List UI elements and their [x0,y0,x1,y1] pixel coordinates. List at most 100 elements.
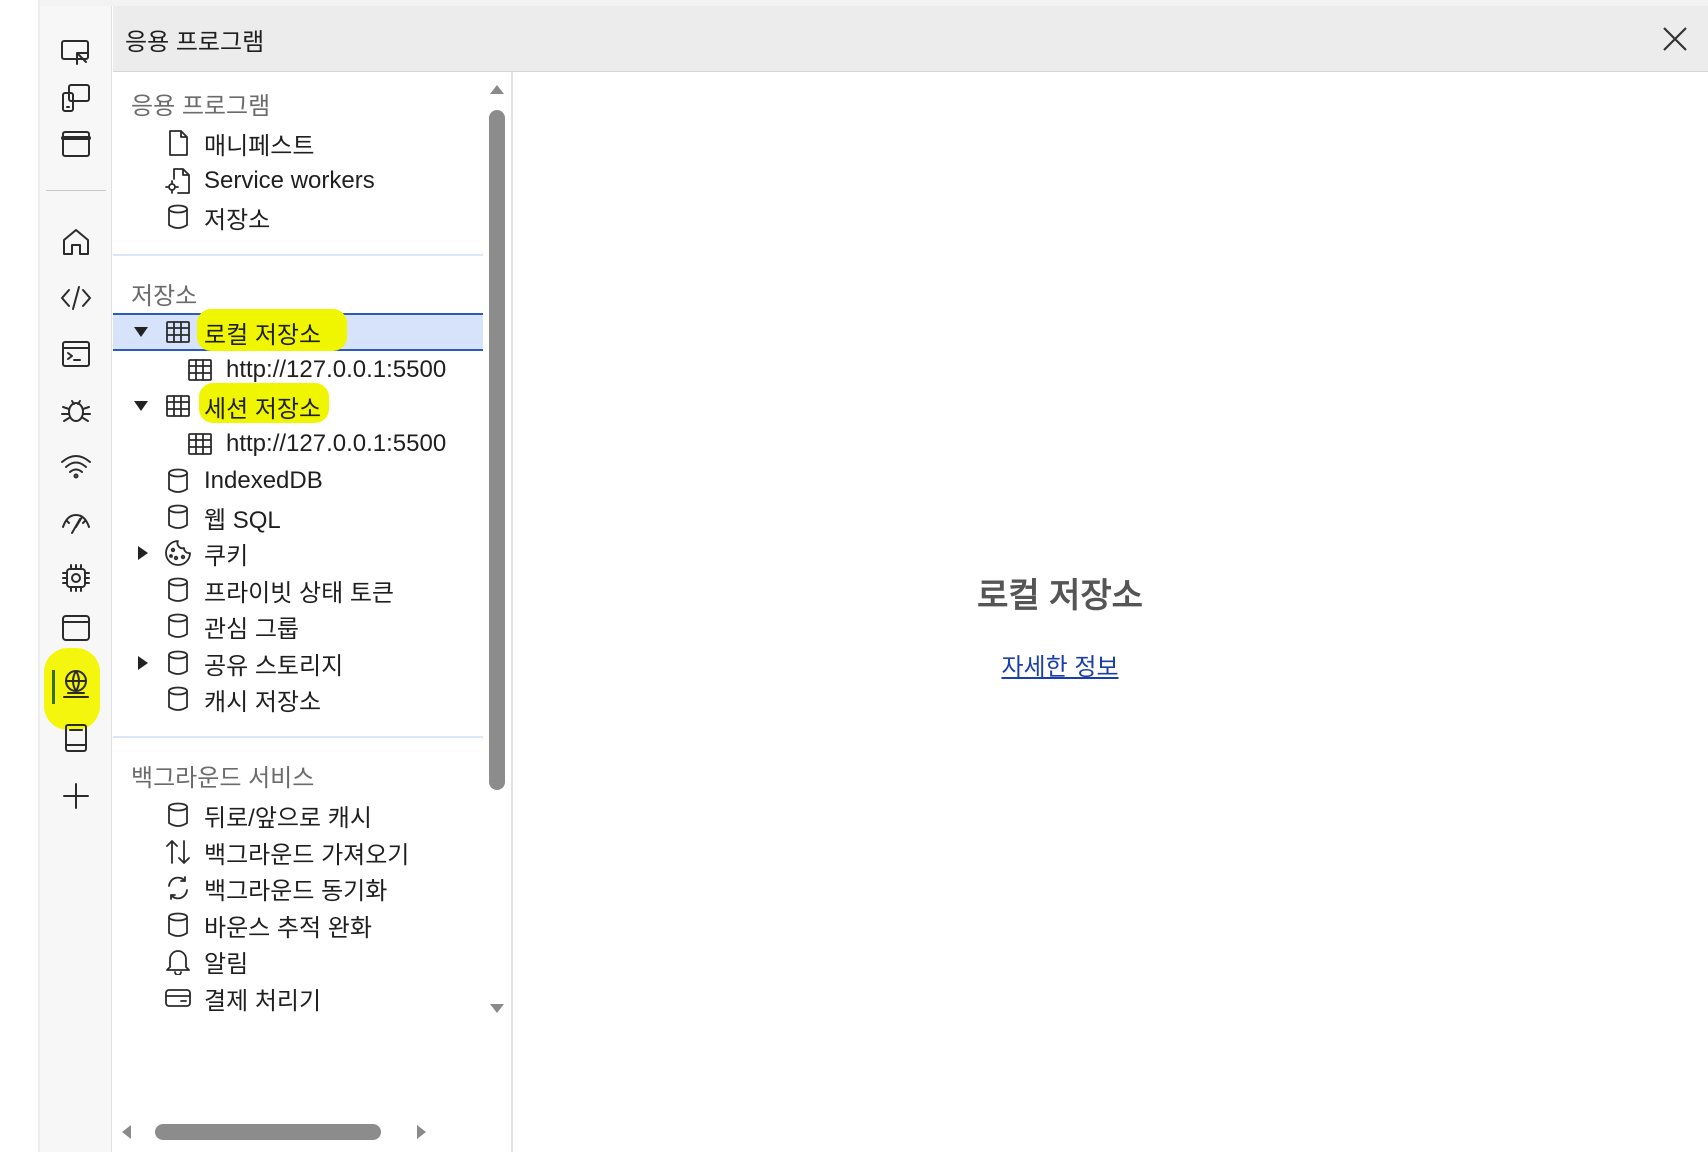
elements-code-icon[interactable] [56,278,96,318]
vertical-scrollbar[interactable] [483,72,511,1152]
tree-item-label: 쿠키 [204,542,249,570]
tree-item-interest-groups[interactable]: 관심 그룹 [113,607,483,645]
database-icon [163,800,193,830]
main-content: 로컬 저장소 자세한 정보 [515,72,1708,1152]
tree-item-label: Service workers [204,167,375,194]
database-icon [163,611,193,641]
tree-item-session-storage[interactable]: 세션 저장소 [113,383,483,425]
sidebar-tree: 응용 프로그램 매니페스트 Service workers 저장소 저장소 로컬… [113,72,513,1152]
tree-item-label: 결제 처리기 [204,987,322,1015]
application-panel-icon[interactable] [56,608,96,648]
horizontal-scroll-thumb[interactable] [155,1124,381,1140]
tree-item-label: 웹 SQL [204,506,281,534]
home-icon[interactable] [56,222,96,262]
tree-item-cookies[interactable]: 쿠키 [113,534,483,572]
tree-item-payment-handler[interactable]: 결제 처리기 [113,979,483,1017]
tree-item-notifications[interactable]: 알림 [113,942,483,980]
tree-item-label: 저장소 [204,206,271,234]
tree-item-web-sql[interactable]: 웹 SQL [113,498,483,536]
tree-item-label: http://127.0.0.1:5500 [226,430,447,457]
section-title-application: 응용 프로그램 [131,93,271,120]
bell-icon [163,946,193,976]
device-emulation-icon[interactable] [56,78,96,118]
scroll-left-arrow-icon[interactable] [119,1124,135,1140]
memory-chip-icon[interactable] [56,558,96,598]
tree-item-label: 바운스 추적 완화 [204,914,372,942]
network-wifi-icon[interactable] [56,446,96,486]
tree-item-label: 백그라운드 가져오기 [204,841,410,869]
vertical-scroll-thumb[interactable] [489,110,505,790]
tree-item-private-state-tokens[interactable]: 프라이빗 상태 토큰 [113,571,483,609]
console-icon[interactable] [56,334,96,374]
tree-item-service-workers[interactable]: Service workers [113,162,483,200]
learn-more-container: 자세한 정보 [515,647,1605,682]
scroll-up-arrow-icon[interactable] [489,82,505,98]
activity-separator [46,190,106,191]
card-icon [163,983,193,1013]
tree-item-local-storage[interactable]: 로컬 저장소 [113,309,483,351]
tree-item-manifest[interactable]: 매니페스트 [113,124,483,162]
performance-gauge-icon[interactable] [56,502,96,542]
up-down-arrows-icon [163,837,193,867]
section-title-storage: 저장소 [131,283,198,310]
panel-title: 응용 프로그램 [125,29,265,56]
database-icon [163,684,193,714]
table-icon [163,391,193,421]
database-icon [163,502,193,532]
tree-item-background-sync[interactable]: 백그라운드 동기화 [113,869,483,907]
database-icon [163,202,193,232]
table-icon [185,355,215,385]
scroll-right-arrow-icon[interactable] [413,1124,429,1140]
table-icon [163,317,193,347]
globe-network-icon[interactable] [56,664,96,704]
tree-view: 응용 프로그램 매니페스트 Service workers 저장소 저장소 로컬… [113,72,483,1112]
tree-item-indexeddb[interactable]: IndexedDB [113,462,483,500]
panel-header: 응용 프로그램 [113,6,1708,72]
collapse-triangle-icon[interactable] [135,545,151,561]
tree-item-background-fetch[interactable]: 백그라운드 가져오기 [113,833,483,871]
database-icon [163,910,193,940]
database-icon [163,466,193,496]
sync-icon [163,873,193,903]
tree-item-cache-storage[interactable]: 캐시 저장소 [113,680,483,718]
tree-item-label: 로컬 저장소 [204,321,322,349]
tree-item-label: 프라이빗 상태 토큰 [204,579,394,607]
tree-item-label: 세션 저장소 [204,395,322,423]
tree-item-label: 백그라운드 동기화 [204,877,388,905]
tree-item-bounce-tracking[interactable]: 바운스 추적 완화 [113,906,483,944]
database-icon [163,575,193,605]
section-divider [113,254,483,256]
expand-triangle-icon[interactable] [133,398,149,414]
add-icon[interactable] [56,776,96,816]
section-title-background-services: 백그라운드 서비스 [131,765,315,792]
close-icon [1663,27,1687,51]
active-indicator [52,670,55,704]
tree-item-shared-storage[interactable]: 공유 스토리지 [113,644,483,682]
scroll-down-arrow-icon[interactable] [489,1000,505,1016]
tree-item-label: 캐시 저장소 [204,688,322,716]
tree-item-session-storage-origin[interactable]: http://127.0.0.1:5500 [113,425,483,463]
collapse-triangle-icon[interactable] [135,655,151,671]
database-icon [163,648,193,678]
main-title: 로컬 저장소 [977,577,1143,615]
expand-triangle-icon[interactable] [133,324,149,340]
tree-item-back-forward-cache[interactable]: 뒤로/앞으로 캐시 [113,796,483,834]
recorder-book-icon[interactable] [56,718,96,758]
inspect-icon[interactable] [56,32,96,72]
bug-icon[interactable] [56,390,96,430]
horizontal-scrollbar[interactable] [113,1112,511,1152]
learn-more-link[interactable]: 자세한 정보 [1001,654,1118,681]
window-icon[interactable] [56,124,96,164]
outer-margin [0,0,40,1152]
table-icon [185,429,215,459]
tree-item-label: 뒤로/앞으로 캐시 [204,804,372,832]
gear-file-icon [163,166,193,196]
tree-item-label: 공유 스토리지 [204,652,344,680]
cookie-icon [163,538,193,568]
tree-item-label: 매니페스트 [204,132,315,160]
section-divider [113,736,483,738]
tree-item-storage[interactable]: 저장소 [113,198,483,236]
tree-item-label: 알림 [204,950,249,978]
close-button[interactable] [1652,16,1698,62]
tree-item-label: 관심 그룹 [204,615,299,643]
